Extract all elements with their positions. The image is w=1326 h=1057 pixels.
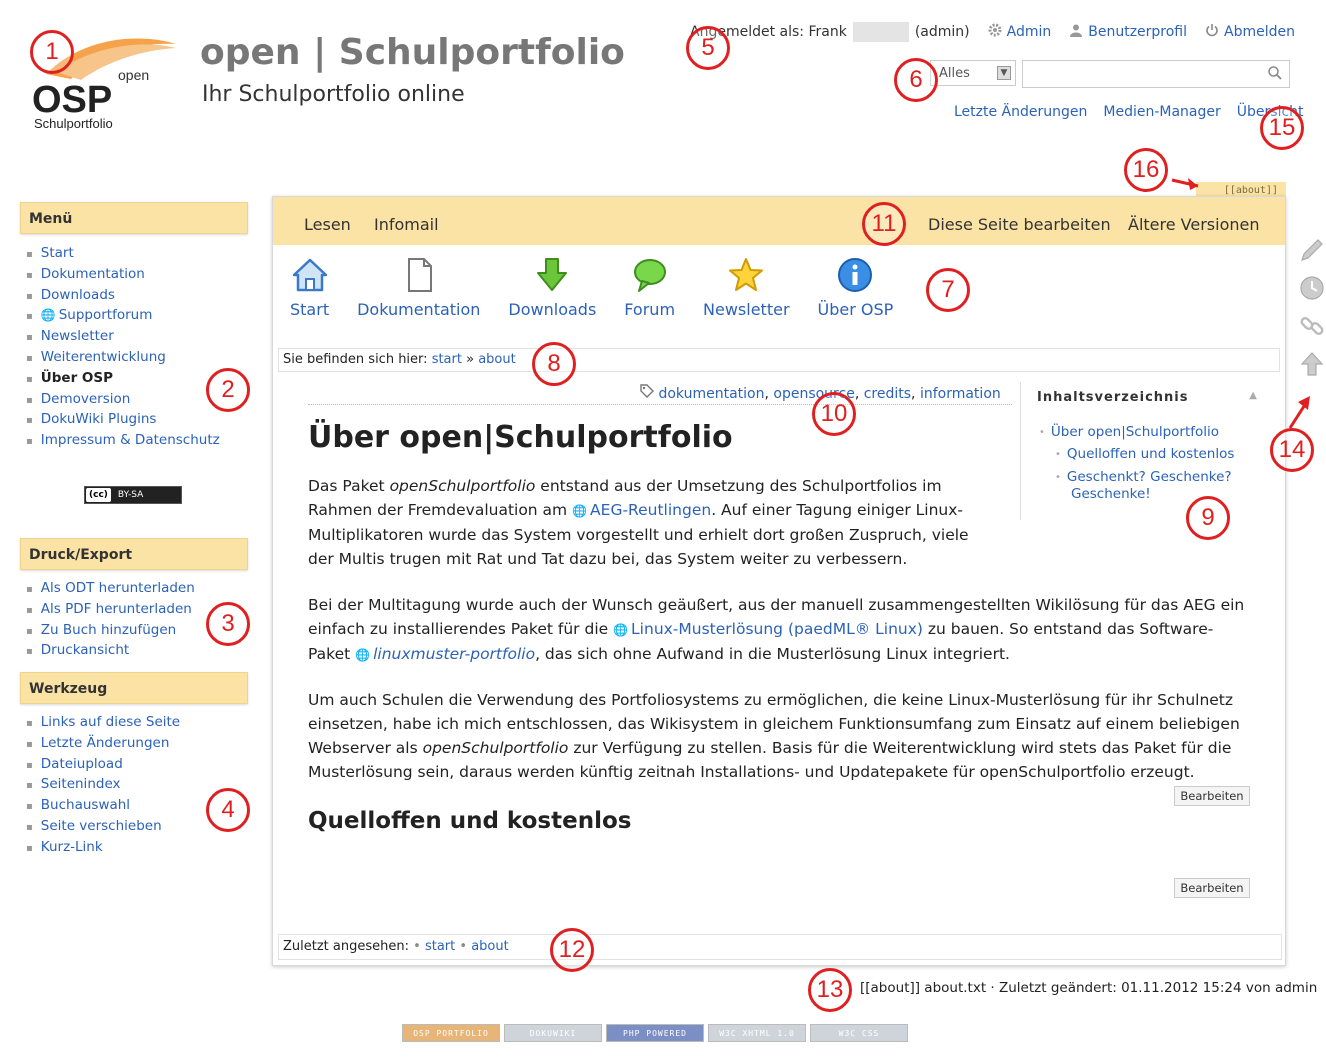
annotation-14: 14: [1270, 428, 1314, 472]
annotation-11: 11: [862, 202, 906, 246]
annotation-2: 2: [206, 368, 250, 412]
annotation-15: 15: [1260, 106, 1304, 150]
annotation-10: 10: [812, 392, 856, 436]
annotation-6: 6: [894, 58, 938, 102]
annotation-12: 12: [550, 928, 594, 972]
annotation-9: 9: [1186, 496, 1230, 540]
annotation-8: 8: [532, 342, 576, 386]
annotation-5: 5: [686, 26, 730, 70]
annotation-1: 1: [30, 30, 74, 74]
annotation-3: 3: [206, 602, 250, 646]
annotation-7: 7: [926, 268, 970, 312]
annotation-4: 4: [206, 788, 250, 832]
annotation-16: 16: [1124, 148, 1168, 192]
annotation-13: 13: [808, 968, 852, 1012]
annotation-arrowhead-16: [1188, 178, 1198, 190]
